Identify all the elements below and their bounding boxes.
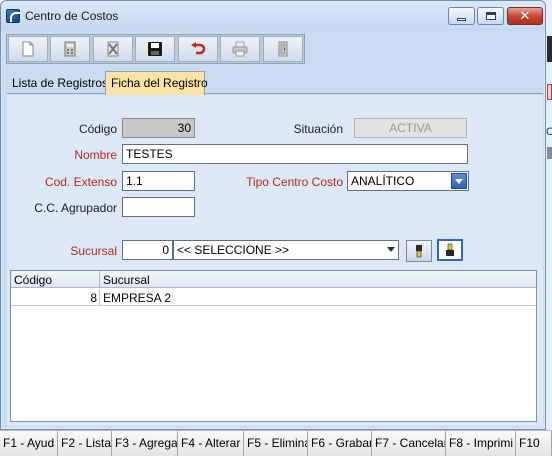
cc-agrupador-label: C.C. Agrupador <box>34 201 117 215</box>
app-icon <box>6 9 20 23</box>
background-window-text: C <box>546 126 552 138</box>
cod-extenso-label: Cod. Extenso <box>44 175 117 189</box>
background-window-fragment <box>547 84 552 100</box>
toolbar <box>6 34 305 64</box>
minimize-icon <box>457 17 466 21</box>
exit-door-icon <box>278 41 288 57</box>
function-key-bar: F1 - Ayud F2 - Lista F3 - Agrega F4 - Al… <box>0 430 552 456</box>
maximize-icon <box>485 12 496 20</box>
sucursal-code-input[interactable]: 0 <box>122 240 173 260</box>
undo-button[interactable] <box>178 36 218 62</box>
grid-header: Código Sucursal <box>11 271 536 288</box>
nombre-label: Nombre <box>74 148 117 162</box>
situacion-label: Situación <box>293 122 343 136</box>
background-window-edge <box>546 0 552 430</box>
codigo-field: 30 <box>122 118 195 138</box>
tipo-centro-costo-value: ANALÍTICO <box>351 174 415 188</box>
column-divider[interactable] <box>99 271 100 288</box>
background-window-fragment <box>547 147 552 159</box>
tipo-dropdown-button[interactable] <box>451 173 467 189</box>
sucursal-add-button[interactable] <box>437 239 463 261</box>
exit-button[interactable] <box>263 36 303 62</box>
grid-header-codigo[interactable]: Código <box>14 273 52 287</box>
record-form-panel: Código 30 Situación ACTIVA Nombre TESTES… <box>7 95 543 426</box>
background-window-fragment <box>547 36 552 62</box>
minimize-button[interactable] <box>448 7 475 25</box>
save-button[interactable] <box>135 36 175 62</box>
sucursal-select-value: << SELECCIONE >> <box>177 243 290 257</box>
tab-strip: Lista de Registros Ficha del Registro <box>7 71 543 95</box>
save-icon <box>148 42 162 56</box>
tipo-centro-costo-select[interactable]: ANALÍTICO <box>347 171 469 191</box>
window-title: Centro de Costos <box>25 9 119 23</box>
f6-save-button[interactable]: F6 - Grabar <box>308 431 372 456</box>
grid-header-sucursal[interactable]: Sucursal <box>103 273 150 287</box>
f1-help-button[interactable]: F1 - Ayud <box>0 431 58 456</box>
new-button[interactable] <box>8 36 48 62</box>
hand-point-down-icon <box>416 245 422 258</box>
tab-lista-de-registros[interactable]: Lista de Registros <box>7 72 108 94</box>
table-row[interactable]: 8 EMPRESA 2 <box>11 289 536 306</box>
f5-delete-button[interactable]: F5 - Elimina <box>244 431 308 456</box>
undo-icon <box>191 42 206 55</box>
f3-add-button[interactable]: F3 - Agrega <box>112 431 178 456</box>
calculate-button[interactable] <box>50 36 90 62</box>
delete-button[interactable] <box>93 36 133 62</box>
f8-print-button[interactable]: F8 - Imprimi <box>446 431 516 456</box>
title-bar[interactable]: Centro de Costos ✕ <box>1 1 545 31</box>
close-icon: ✕ <box>519 8 531 24</box>
print-button[interactable] <box>220 36 260 62</box>
sucursal-remove-button[interactable] <box>406 240 432 262</box>
calculator-icon <box>64 41 76 57</box>
new-document-icon <box>22 41 34 57</box>
cod-extenso-input[interactable]: 1.1 <box>122 171 195 191</box>
nombre-input[interactable]: TESTES <box>122 144 468 164</box>
hand-point-up-icon <box>446 243 454 256</box>
f7-cancel-button[interactable]: F7 - Cancelar <box>372 431 446 456</box>
grid-cell-codigo: 8 <box>11 289 100 306</box>
f10-button[interactable]: F10 <box>516 431 552 456</box>
print-icon <box>232 41 248 57</box>
delete-icon <box>107 41 119 57</box>
tipo-centro-costo-label: Tipo Centro Costo <box>246 175 343 189</box>
sucursal-grid: Código Sucursal 8 EMPRESA 2 <box>10 270 537 422</box>
f2-list-button[interactable]: F2 - Lista <box>58 431 112 456</box>
chevron-down-icon <box>455 178 463 184</box>
sucursal-label: Sucursal <box>70 244 117 258</box>
sucursal-select[interactable]: << SELECCIONE >> <box>173 240 399 260</box>
close-button[interactable]: ✕ <box>507 7 543 25</box>
cc-agrupador-input[interactable] <box>122 197 195 217</box>
maximize-button[interactable] <box>477 7 504 25</box>
codigo-label: Código <box>78 122 117 136</box>
window: Centro de Costos ✕ Lista de Registros Fi… <box>0 0 546 430</box>
f4-edit-button[interactable]: F4 - Alterar <box>178 431 244 456</box>
grid-cell-sucursal: EMPRESA 2 <box>103 291 172 305</box>
chevron-down-icon <box>387 247 395 252</box>
situacion-field: ACTIVA <box>354 118 467 138</box>
tab-ficha-del-registro[interactable]: Ficha del Registro <box>105 71 208 95</box>
